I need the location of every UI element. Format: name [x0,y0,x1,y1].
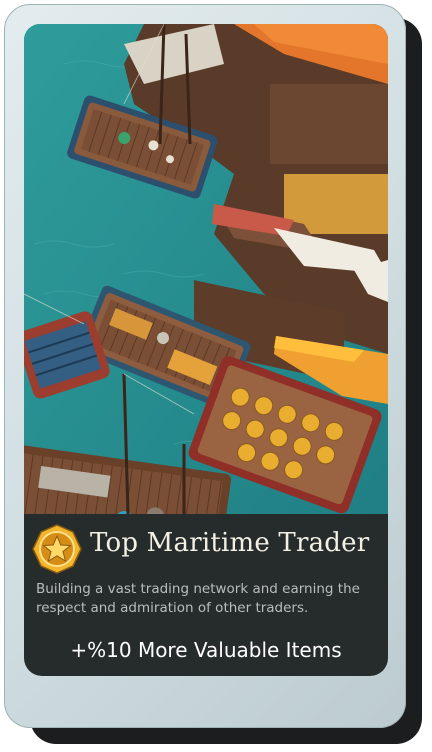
harbor-market-illustration [24,24,388,514]
card-description: Building a vast trading network and earn… [36,581,360,616]
card-bonus-text: +%10 More Valuable Items [70,638,342,662]
card-artwork [24,24,388,514]
card-title: Top Maritime Trader [90,528,370,558]
card-info-panel: Top Maritime Trader Building a vast trad… [24,514,388,676]
star-medal-icon [32,524,82,574]
